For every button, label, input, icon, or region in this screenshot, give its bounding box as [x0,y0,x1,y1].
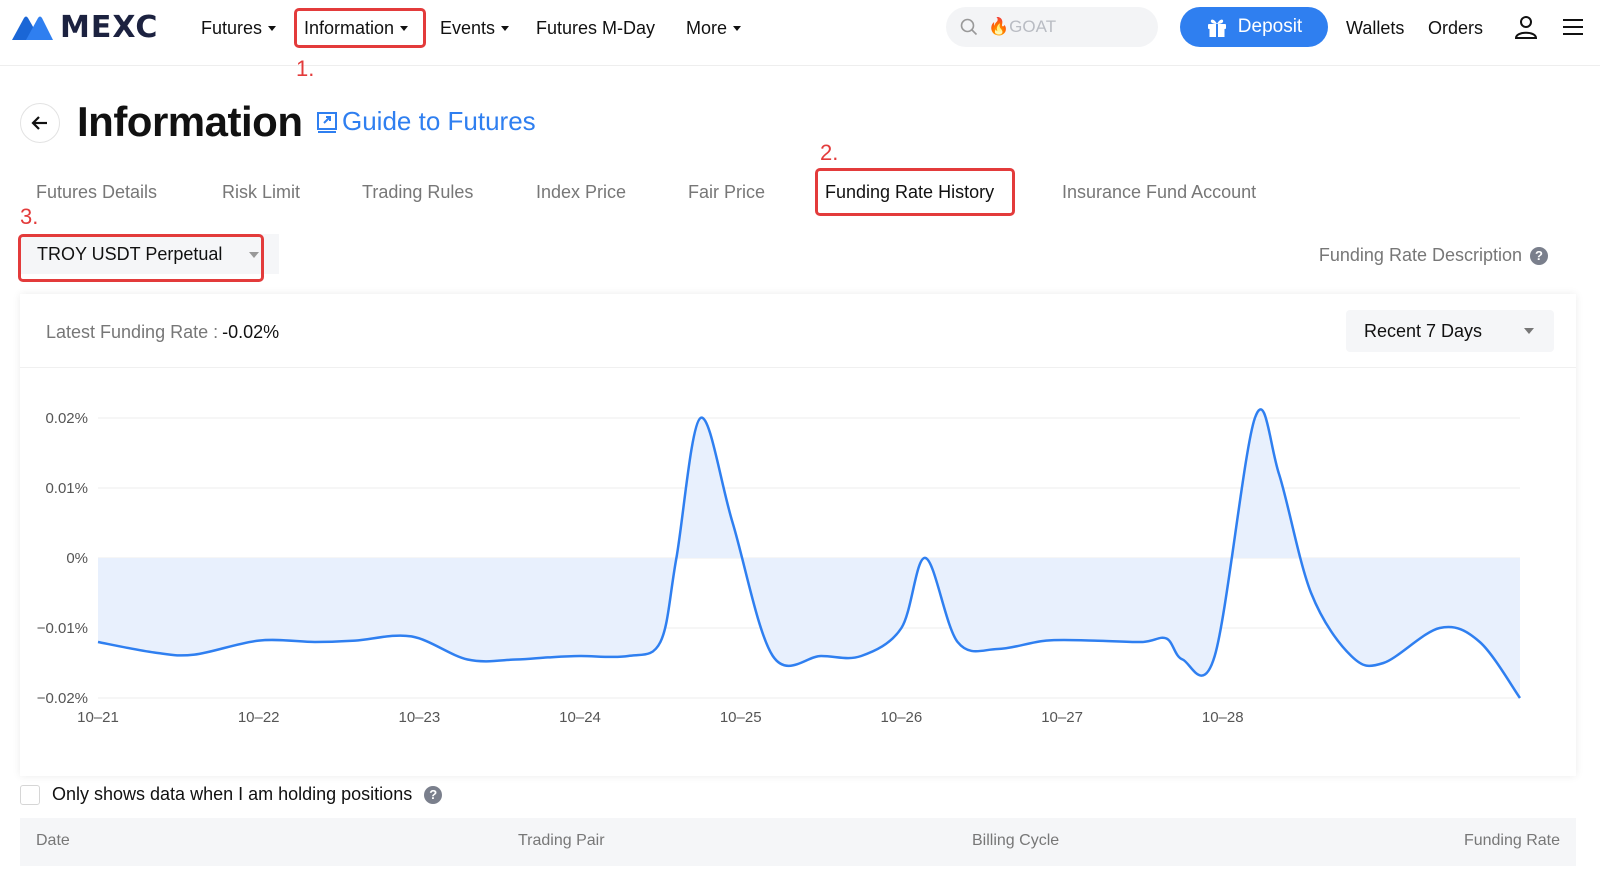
chart-card-header: Latest Funding Rate : -0.02% Recent 7 Day… [20,294,1576,368]
latest-funding-rate-value: -0.02% [222,322,280,342]
contract-select-value: TROY USDT Perpetual [37,243,223,264]
time-range-value: Recent 7 Days [1364,320,1483,341]
column-billing-cycle: Billing Cycle [972,832,1060,849]
nav-futures[interactable]: Futures [201,16,277,40]
x-tick-label: 10–26 [881,709,923,726]
nav-events-label: Events [440,17,496,38]
guide-link-label: Guide to Futures [342,106,536,136]
y-tick-label: −0.02% [37,690,88,707]
annotation-label-2: 2. [820,140,839,165]
caret-down-icon [268,25,277,31]
column-date: Date [36,832,70,849]
question-icon[interactable]: ? [424,785,443,804]
nav-more[interactable]: More [686,16,742,40]
guide-book-icon [317,111,337,133]
mexc-logo[interactable]: MEXC [10,9,159,45]
annotation-label-1: 1. [296,56,315,81]
nav-information-label: Information [304,17,395,38]
nav-information[interactable]: Information [304,16,409,40]
tab-trading-rules[interactable]: Trading Rules [362,182,473,203]
user-icon[interactable] [1513,14,1539,40]
holding-only-checkbox[interactable] [20,784,40,805]
y-tick-label: 0% [66,550,88,567]
guide-link[interactable]: Guide to Futures [316,106,536,137]
search-icon [960,18,978,36]
x-tick-label: 10–22 [238,709,280,726]
tab-funding-rate-history[interactable]: Funding Rate History [825,182,994,203]
page-title: Information [77,98,303,145]
nav-futures-label: Futures [201,17,263,38]
funding-rate-description-label: Funding Rate Description [1318,245,1522,265]
y-tick-label: 0.01% [45,480,88,497]
tab-insurance-fund-account[interactable]: Insurance Fund Account [1062,182,1256,203]
holding-filter: Only shows data when I am holding positi… [20,784,443,805]
dropdown-arrow-icon [249,252,259,258]
column-trading-pair: Trading Pair [518,832,605,849]
nav-orders-label: Orders [1428,17,1484,38]
tab-futures-details[interactable]: Futures Details [36,182,157,203]
holding-filter-label: Only shows data when I am holding positi… [52,784,413,804]
nav-more-label: More [686,17,728,38]
nav-events[interactable]: Events [440,16,510,40]
deposit-button[interactable]: Deposit [1180,7,1328,47]
tab-fair-price[interactable]: Fair Price [688,182,765,203]
y-tick-label: −0.01% [37,620,88,637]
menu-icon[interactable] [1560,14,1586,40]
gift-icon [1207,19,1226,37]
funding-rate-chart: 0.02% 0.01% 0% −0.01% −0.02% 10–21 10–22 10–23 1… [37,408,1522,726]
nav-wallets[interactable]: Wallets [1346,16,1404,40]
tab-index-price[interactable]: Index Price [536,182,626,203]
nav-orders[interactable]: Orders [1428,16,1483,40]
caret-down-icon [400,25,409,31]
logo-text: MEXC [60,9,159,45]
x-tick-label: 10–25 [720,709,762,726]
question-icon: ? [1530,246,1548,265]
x-tick-label: 10–24 [559,709,601,726]
caret-down-icon [501,25,510,31]
caret-down-icon [733,25,742,31]
x-tick-label: 10–21 [77,709,119,726]
series-area [98,409,1520,698]
nav-futures-mday[interactable]: Futures M-Day [536,16,655,40]
x-tick-label: 10–27 [1041,709,1083,726]
tab-risk-limit[interactable]: Risk Limit [222,182,300,203]
deposit-label: Deposit [1237,16,1303,37]
x-tick-label: 10–23 [398,709,440,726]
contract-select[interactable]: TROY USDT Perpetual [21,234,279,274]
latest-funding-rate: Latest Funding Rate : -0.02% [46,322,279,343]
search-box[interactable] [946,7,1158,47]
back-button[interactable] [20,103,60,143]
y-tick-label: 0.02% [45,410,88,427]
nav-futures-mday-label: Futures M-Day [536,17,656,38]
funding-chart-card: Latest Funding Rate : -0.02% Recent 7 Day… [20,294,1576,776]
annotation-label-3: 3. [20,204,39,229]
top-nav: MEXC Futures Information Events Futures … [0,0,1600,66]
table-header: Date Trading Pair Billing Cycle Funding … [20,818,1576,866]
nav-wallets-label: Wallets [1346,17,1405,38]
arrow-left-icon [31,116,47,130]
time-range-select[interactable]: Recent 7 Days [1346,310,1554,352]
x-tick-label: 10–28 [1202,709,1244,726]
dropdown-arrow-icon [1524,328,1534,334]
latest-funding-rate-label: Latest Funding Rate : [46,322,219,342]
search-input[interactable] [988,17,1148,37]
funding-rate-description-link[interactable]: Funding Rate Description ? [1319,245,1548,266]
mexc-logo-icon [12,16,53,40]
column-funding-rate: Funding Rate [1463,832,1560,849]
